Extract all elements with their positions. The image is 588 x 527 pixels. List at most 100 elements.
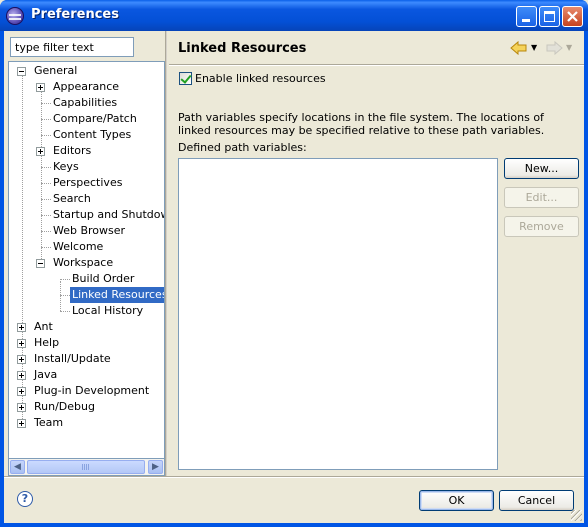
expand-icon[interactable] [17,419,26,428]
tree-item-team[interactable]: Team [9,415,164,431]
tree-item-install-update[interactable]: Install/Update [9,351,164,367]
scroll-thumb[interactable] [27,460,145,474]
footer-separator [4,476,584,478]
tree-connector [60,311,70,312]
remove-button[interactable]: Remove [504,216,579,237]
expand-icon[interactable] [36,147,45,156]
tree-item-ant[interactable]: Ant [9,319,164,335]
tree-item-label: Team [34,416,64,429]
tree-item-label: Appearance [53,80,120,93]
tree-item-label: General [34,64,78,77]
tree-item-label: Search [53,192,91,205]
tree-item-perspectives[interactable]: Perspectives [9,175,164,191]
close-button[interactable] [562,6,583,27]
tree-item-label: Linked Resources [70,287,164,303]
tree-item-workspace[interactable]: Workspace [9,255,164,271]
tree-item-label: Local History [72,304,144,317]
title-bar[interactable]: Preferences [0,0,588,31]
tree-item-java[interactable]: Java [9,367,164,383]
forward-dropdown-icon[interactable]: ▼ [566,40,574,56]
tree-item-label: Ant [34,320,53,333]
minimize-button[interactable] [516,6,537,27]
tree-connector [41,135,51,136]
window-title: Preferences [31,7,119,22]
tree-item-startup-and-shutdown[interactable]: Startup and Shutdown [9,207,164,223]
pane-splitter[interactable] [165,31,167,476]
tree-connector [41,103,51,104]
forward-button[interactable] [544,39,564,57]
tree-item-web-browser[interactable]: Web Browser [9,223,164,239]
back-button[interactable] [509,39,529,57]
collapse-icon[interactable] [17,67,26,76]
tree-connector [41,199,51,200]
edit-button[interactable]: Edit... [504,187,579,208]
tree-connector [41,247,51,248]
tree-item-label: Run/Debug [34,400,95,413]
tree-item-label: Plug-in Development [34,384,150,397]
tree-item-capabilities[interactable]: Capabilities [9,95,164,111]
tree-item-keys[interactable]: Keys [9,159,164,175]
tree-item-general[interactable]: General [9,63,164,79]
dialog-body: General Appearance Capabilities Compare/Pat… [4,31,584,523]
tree-item-label: Welcome [53,240,104,253]
tree-item-build-order[interactable]: Build Order [9,271,164,287]
expand-icon[interactable] [17,387,26,396]
tree-item-label: Capabilities [53,96,118,109]
tree-item-label: Editors [53,144,92,157]
ok-button[interactable]: OK [419,490,494,511]
expand-icon[interactable] [17,323,26,332]
expand-icon[interactable] [17,403,26,412]
checkbox-checked-icon[interactable] [179,72,192,85]
preferences-window: Preferences General Appearance Capabilitie… [0,0,588,527]
tree-connector [41,183,51,184]
tree-horizontal-scrollbar[interactable]: ◀ ▶ [8,459,165,476]
expand-icon[interactable] [36,83,45,92]
tree-item-run-debug[interactable]: Run/Debug [9,399,164,415]
tree-item-label: Startup and Shutdown [53,208,165,221]
tree-item-editors[interactable]: Editors [9,143,164,159]
tree-item-label: Compare/Patch [53,112,137,125]
tree-connector [60,295,70,296]
preference-page: Linked Resources ▼ ▼ Enable linked resou… [169,31,584,476]
defined-path-variables-label: Defined path variables: [178,141,307,154]
tree-item-welcome[interactable]: Welcome [9,239,164,255]
tree-item-help[interactable]: Help [9,335,164,351]
tree-item-label: Web Browser [53,224,126,237]
forward-arrow-icon [546,40,563,56]
tree-item-label: Keys [53,160,79,173]
path-variables-list[interactable] [178,158,498,470]
tree-item-label: Java [34,368,58,381]
scroll-left-button[interactable]: ◀ [10,460,25,474]
maximize-button[interactable] [539,6,560,27]
cancel-button[interactable]: Cancel [499,490,574,511]
new-button[interactable]: New... [504,158,579,179]
tree-connector [41,119,51,120]
tree-item-label: Help [34,336,60,349]
expand-icon[interactable] [17,339,26,348]
tree-item-search[interactable]: Search [9,191,164,207]
collapse-icon[interactable] [36,259,45,268]
expand-icon[interactable] [17,371,26,380]
tree-item-appearance[interactable]: Appearance [9,79,164,95]
expand-icon[interactable] [17,355,26,364]
resize-grip[interactable] [571,510,582,521]
maximize-icon [544,11,555,22]
tree-item-content-types[interactable]: Content Types [9,127,164,143]
close-icon [567,11,578,22]
tree-item-local-history[interactable]: Local History [9,303,164,319]
tree-item-label: Content Types [53,128,132,141]
tree-item-label: Perspectives [53,176,123,189]
checkbox-label: Enable linked resources [195,72,326,85]
tree-item-label: Build Order [72,272,135,285]
help-icon[interactable]: ? [17,491,33,507]
navigation-pane: General Appearance Capabilities Compare/Pat… [4,31,167,476]
scroll-right-button[interactable]: ▶ [148,460,163,474]
tree-item-compare-patch[interactable]: Compare/Patch [9,111,164,127]
tree-item-plug-in-development[interactable]: Plug-in Development [9,383,164,399]
tree-item-linked-resources[interactable]: Linked Resources [9,287,164,303]
filter-input[interactable] [10,37,134,57]
minimize-icon [522,19,530,22]
title-separator [169,64,584,66]
back-dropdown-icon[interactable]: ▼ [531,40,539,56]
tree-connector [41,167,51,168]
